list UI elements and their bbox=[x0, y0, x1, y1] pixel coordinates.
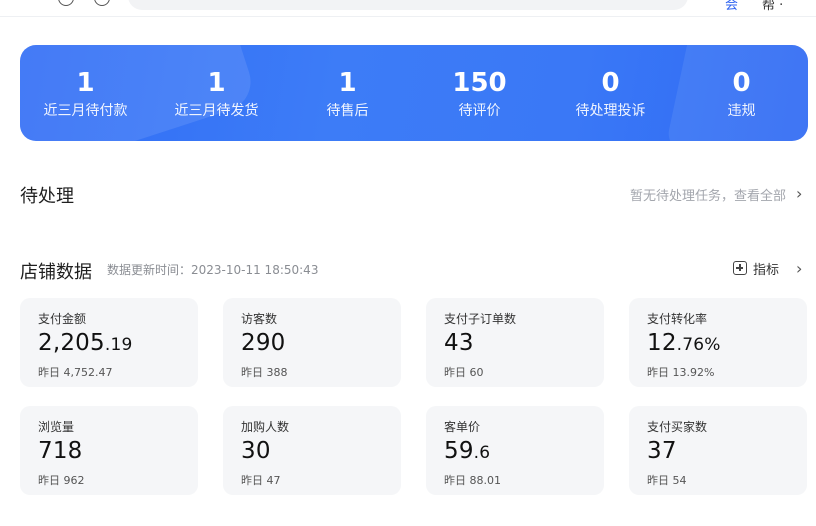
metric-yesterday: 昨日 4,752.47 bbox=[38, 366, 113, 379]
metric-title: 加购人数 bbox=[241, 420, 290, 434]
metric-value: 718 bbox=[38, 438, 83, 464]
summary-value: 150 bbox=[452, 68, 507, 98]
metric-value: 43 bbox=[444, 330, 474, 356]
history-icon[interactable] bbox=[58, 0, 74, 6]
summary-label: 待评价 bbox=[458, 103, 501, 119]
summary-violations[interactable]: 0 违规 bbox=[676, 67, 807, 121]
metrics-label: 指标 bbox=[753, 262, 780, 278]
metric-yesterday: 昨日 54 bbox=[647, 474, 687, 487]
summary-label: 近三月待发货 bbox=[174, 103, 259, 119]
plus-square-icon bbox=[733, 261, 747, 275]
metric-title: 支付转化率 bbox=[647, 312, 708, 326]
summary-pending-shipment[interactable]: 1 近三月待发货 bbox=[151, 67, 282, 121]
order-summary-banner: 1 近三月待付款 1 近三月待发货 1 待售后 150 待评价 0 待处理投诉 … bbox=[20, 45, 808, 141]
summary-value: 0 bbox=[601, 68, 620, 98]
top-link[interactable]: 会 bbox=[725, 0, 738, 13]
metric-yesterday: 昨日 13.92% bbox=[647, 366, 715, 379]
top-link-2[interactable]: 帮 · bbox=[762, 0, 783, 13]
top-bar: 会 帮 · bbox=[0, 0, 816, 17]
summary-after-sales[interactable]: 1 待售后 bbox=[282, 67, 413, 121]
metric-card-buyers[interactable]: 支付买家数 37 昨日 54 bbox=[629, 406, 807, 495]
metric-value: 30 bbox=[241, 438, 271, 464]
chevron-right-icon[interactable]: › bbox=[796, 184, 802, 203]
metric-card-page-views[interactable]: 浏览量 718 昨日 962 bbox=[20, 406, 198, 495]
summary-label: 待售后 bbox=[326, 103, 369, 119]
metric-card-sub-orders[interactable]: 支付子订单数 43 昨日 60 bbox=[426, 298, 604, 387]
summary-value: 0 bbox=[732, 68, 751, 98]
pending-title: 待处理 bbox=[20, 186, 74, 207]
pending-view-all-link[interactable]: 暂无待处理任务，查看全部 bbox=[630, 185, 786, 204]
summary-label: 待处理投诉 bbox=[575, 103, 646, 119]
metric-value: 12.76% bbox=[647, 330, 721, 356]
metrics-button[interactable]: 指标 bbox=[733, 258, 779, 278]
update-time: 数据更新时间：2023-10-11 18:50:43 bbox=[107, 263, 319, 277]
summary-value: 1 bbox=[207, 68, 226, 98]
metric-title: 支付子订单数 bbox=[444, 312, 517, 326]
metric-title: 浏览量 bbox=[38, 420, 75, 434]
metric-title: 支付买家数 bbox=[647, 420, 708, 434]
summary-complaints[interactable]: 0 待处理投诉 bbox=[545, 67, 676, 121]
summary-pending-payment[interactable]: 1 近三月待付款 bbox=[20, 67, 151, 121]
summary-label: 近三月待付款 bbox=[43, 103, 128, 119]
metric-card-pay-amount[interactable]: 支付金额 2,205.19 昨日 4,752.47 bbox=[20, 298, 198, 387]
chevron-right-icon[interactable]: › bbox=[796, 259, 802, 278]
metric-yesterday: 昨日 88.01 bbox=[444, 474, 501, 487]
summary-value: 1 bbox=[76, 68, 95, 98]
search-input[interactable] bbox=[128, 0, 688, 10]
metric-value: 59.6 bbox=[444, 438, 491, 464]
help-icon[interactable] bbox=[94, 0, 110, 6]
metric-value: 37 bbox=[647, 438, 677, 464]
summary-value: 1 bbox=[338, 68, 357, 98]
metric-value: 2,205.19 bbox=[38, 330, 133, 356]
shop-data-title: 店铺数据 bbox=[20, 262, 92, 283]
metric-yesterday: 昨日 962 bbox=[38, 474, 85, 487]
metric-card-add-to-cart[interactable]: 加购人数 30 昨日 47 bbox=[223, 406, 401, 495]
metric-yesterday: 昨日 47 bbox=[241, 474, 281, 487]
metric-card-avg-order-value[interactable]: 客单价 59.6 昨日 88.01 bbox=[426, 406, 604, 495]
metric-card-visitors[interactable]: 访客数 290 昨日 388 bbox=[223, 298, 401, 387]
metric-yesterday: 昨日 388 bbox=[241, 366, 288, 379]
summary-pending-review[interactable]: 150 待评价 bbox=[414, 67, 545, 121]
metric-title: 客单价 bbox=[444, 420, 481, 434]
metric-value: 290 bbox=[241, 330, 286, 356]
metric-card-conversion-rate[interactable]: 支付转化率 12.76% 昨日 13.92% bbox=[629, 298, 807, 387]
summary-label: 违规 bbox=[727, 103, 756, 119]
metric-yesterday: 昨日 60 bbox=[444, 366, 484, 379]
metric-title: 访客数 bbox=[241, 312, 278, 326]
metric-title: 支付金额 bbox=[38, 312, 87, 326]
